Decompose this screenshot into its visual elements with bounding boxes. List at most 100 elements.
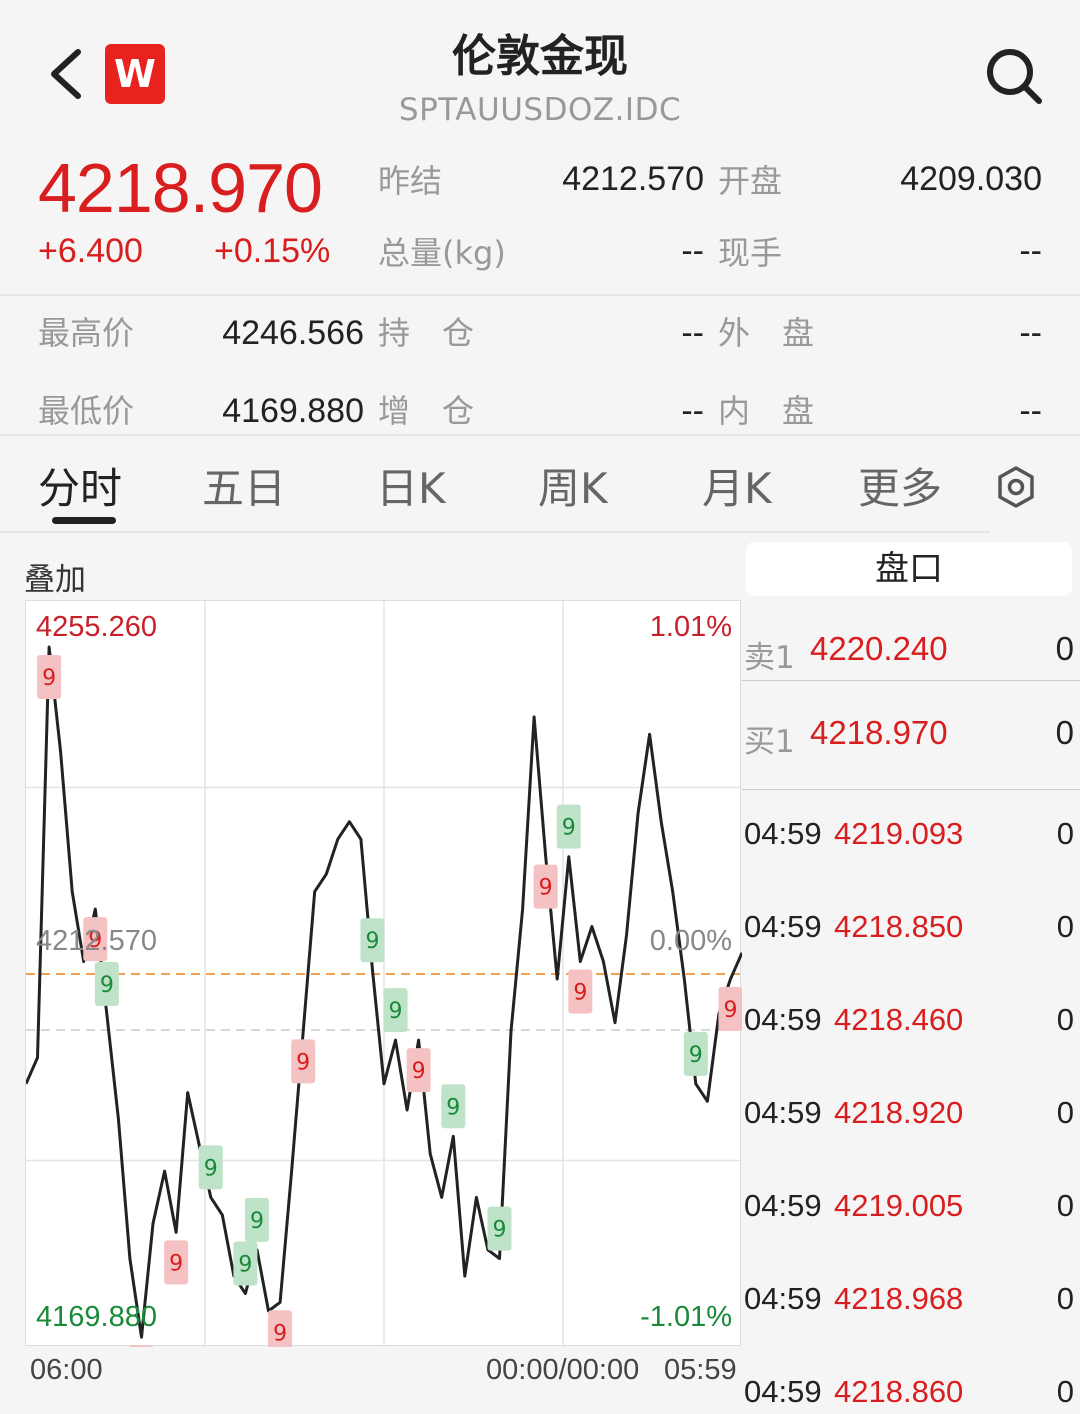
- y-axis-max-label: 4255.260: [36, 611, 157, 643]
- tick-price: 4218.460: [834, 1002, 964, 1037]
- buy-signal-marker: 9: [360, 918, 385, 963]
- tick-row: 04:59 4219.093 0: [742, 812, 1080, 872]
- signal-marker-text: 9: [169, 1251, 183, 1276]
- tick-price: 4219.093: [834, 816, 964, 851]
- buy-signal-marker: 9: [198, 1145, 223, 1190]
- buy-signal-marker: 9: [487, 1206, 512, 1251]
- order-book: 盘口 卖1 4220.240 0 买1 4218.970 0 04:59 421…: [742, 534, 1080, 1414]
- bid-price: 4218.970: [810, 714, 948, 751]
- tick-qty: 0: [1056, 816, 1074, 851]
- ask-price: 4220.240: [810, 630, 948, 667]
- header: W 伦敦金现 SPTAUUSDOZ.IDC: [0, 0, 1080, 140]
- high-value: 4246.566: [222, 314, 364, 352]
- tick-time: 04:59: [744, 909, 822, 944]
- tick-time: 04:59: [744, 1002, 822, 1037]
- time-mid-label: 00:00/00:00: [486, 1354, 640, 1386]
- tick-price: 4218.920: [834, 1095, 964, 1130]
- overlay-button[interactable]: 叠加: [24, 554, 86, 599]
- tab-five-day[interactable]: 五日: [202, 455, 286, 516]
- sell-signal-marker: 9: [568, 969, 593, 1014]
- open-interest-value: --: [681, 314, 704, 352]
- ask-label: 卖1: [744, 640, 795, 676]
- symbol-code: SPTAUUSDOZ.IDC: [398, 92, 682, 128]
- intraday-chart[interactable]: 99999999999999999999 4255.260 1.01% 4212…: [25, 600, 742, 1347]
- bid-qty: 0: [1055, 714, 1074, 751]
- order-book-tab[interactable]: 盘口: [746, 542, 1072, 596]
- prev-settle-value: 4212.570: [562, 160, 704, 198]
- signal-marker-text: 9: [204, 1156, 218, 1181]
- sell-signal-marker: 9: [268, 1310, 293, 1347]
- tick-row: 04:59 4218.968 0: [742, 1277, 1080, 1337]
- price-change-percent: +0.15%: [214, 232, 331, 270]
- tick-qty: 0: [1056, 1095, 1074, 1130]
- sell-signal-marker: 9: [37, 654, 62, 699]
- volume-value: --: [681, 232, 704, 270]
- open-interest-label: 持 仓: [378, 314, 475, 352]
- signal-marker-text: 9: [446, 1095, 460, 1120]
- tick-qty: 0: [1056, 1002, 1074, 1037]
- tick-qty: 0: [1056, 909, 1074, 944]
- tick-price: 4218.968: [834, 1281, 964, 1316]
- active-tab-indicator: [52, 517, 116, 524]
- tick-row: 04:59 4218.460 0: [742, 998, 1080, 1058]
- tab-more[interactable]: 更多: [858, 455, 942, 516]
- sell-signal-marker: 9: [291, 1039, 316, 1084]
- pct-axis-mid-label: 0.00%: [649, 925, 732, 957]
- page-title: 伦敦金现: [452, 31, 628, 82]
- signal-marker-text: 9: [723, 998, 737, 1023]
- inner-value: --: [1019, 392, 1042, 430]
- open-value: 4209.030: [900, 160, 1042, 198]
- outer-value: --: [1019, 314, 1042, 352]
- search-icon[interactable]: [984, 46, 1044, 106]
- quote-panel: 4218.970 +6.400 +0.15% 昨结 4212.570 开盘 42…: [0, 140, 1080, 295]
- ask-row: 卖1 4220.240 0: [742, 626, 1080, 686]
- tick-qty: 0: [1056, 1374, 1074, 1409]
- buy-signal-marker: 9: [233, 1241, 258, 1286]
- current-hand-label: 现手: [718, 234, 783, 272]
- signal-marker-text: 9: [492, 1218, 506, 1243]
- open-label: 开盘: [718, 162, 783, 200]
- current-hand-value: --: [1019, 232, 1042, 270]
- time-start-label: 06:00: [30, 1354, 103, 1386]
- signal-marker-text: 9: [389, 999, 403, 1024]
- chart-period-tabs: 分时 五日 日K 周K 月K 更多: [0, 437, 1080, 533]
- tick-row: 04:59 4218.920 0: [742, 1091, 1080, 1151]
- signal-marker-text: 9: [250, 1209, 264, 1234]
- tick-time: 04:59: [744, 1095, 822, 1130]
- sell-signal-marker: 9: [406, 1048, 431, 1093]
- y-axis-min-label: 4169.880: [36, 1301, 157, 1333]
- tick-qty: 0: [1056, 1188, 1074, 1223]
- buy-signal-marker: 9: [244, 1197, 269, 1242]
- bid-label: 买1: [744, 724, 795, 760]
- ask-qty: 0: [1055, 630, 1074, 667]
- low-label: 最低价: [38, 392, 135, 430]
- outer-label: 外 盘: [718, 314, 815, 352]
- signal-marker-text: 9: [539, 876, 553, 901]
- low-value: 4169.880: [222, 392, 364, 430]
- last-price: 4218.970: [38, 149, 323, 227]
- tab-weekly-k[interactable]: 周K: [538, 455, 608, 516]
- tab-intraday[interactable]: 分时: [38, 455, 122, 516]
- signal-marker-text: 9: [562, 816, 576, 841]
- tick-time: 04:59: [744, 1374, 822, 1409]
- pct-axis-max-label: 1.01%: [649, 611, 732, 643]
- tick-qty: 0: [1056, 1281, 1074, 1316]
- gear-icon[interactable]: [996, 465, 1036, 509]
- sell-signal-marker: 9: [164, 1240, 189, 1285]
- signal-marker-text: 9: [238, 1253, 252, 1278]
- signal-marker-box: [129, 1345, 154, 1347]
- bid-row: 买1 4218.970 0: [742, 710, 1080, 770]
- buy-signal-marker: 9: [441, 1084, 466, 1129]
- book-separator: [742, 680, 1080, 681]
- tab-monthly-k[interactable]: 月K: [702, 455, 772, 516]
- signal-marker-text: 9: [100, 973, 114, 998]
- price-change: +6.400: [38, 232, 143, 270]
- tab-daily-k[interactable]: 日K: [376, 455, 446, 516]
- buy-signal-marker: 9: [383, 988, 408, 1033]
- oi-change-value: --: [681, 392, 704, 430]
- time-end-label: 05:59: [664, 1354, 737, 1386]
- book-separator: [742, 789, 1080, 790]
- signal-marker-text: 9: [296, 1050, 310, 1075]
- tick-row: 04:59 4218.850 0: [742, 905, 1080, 965]
- volume-label: 总量(kg): [378, 234, 506, 272]
